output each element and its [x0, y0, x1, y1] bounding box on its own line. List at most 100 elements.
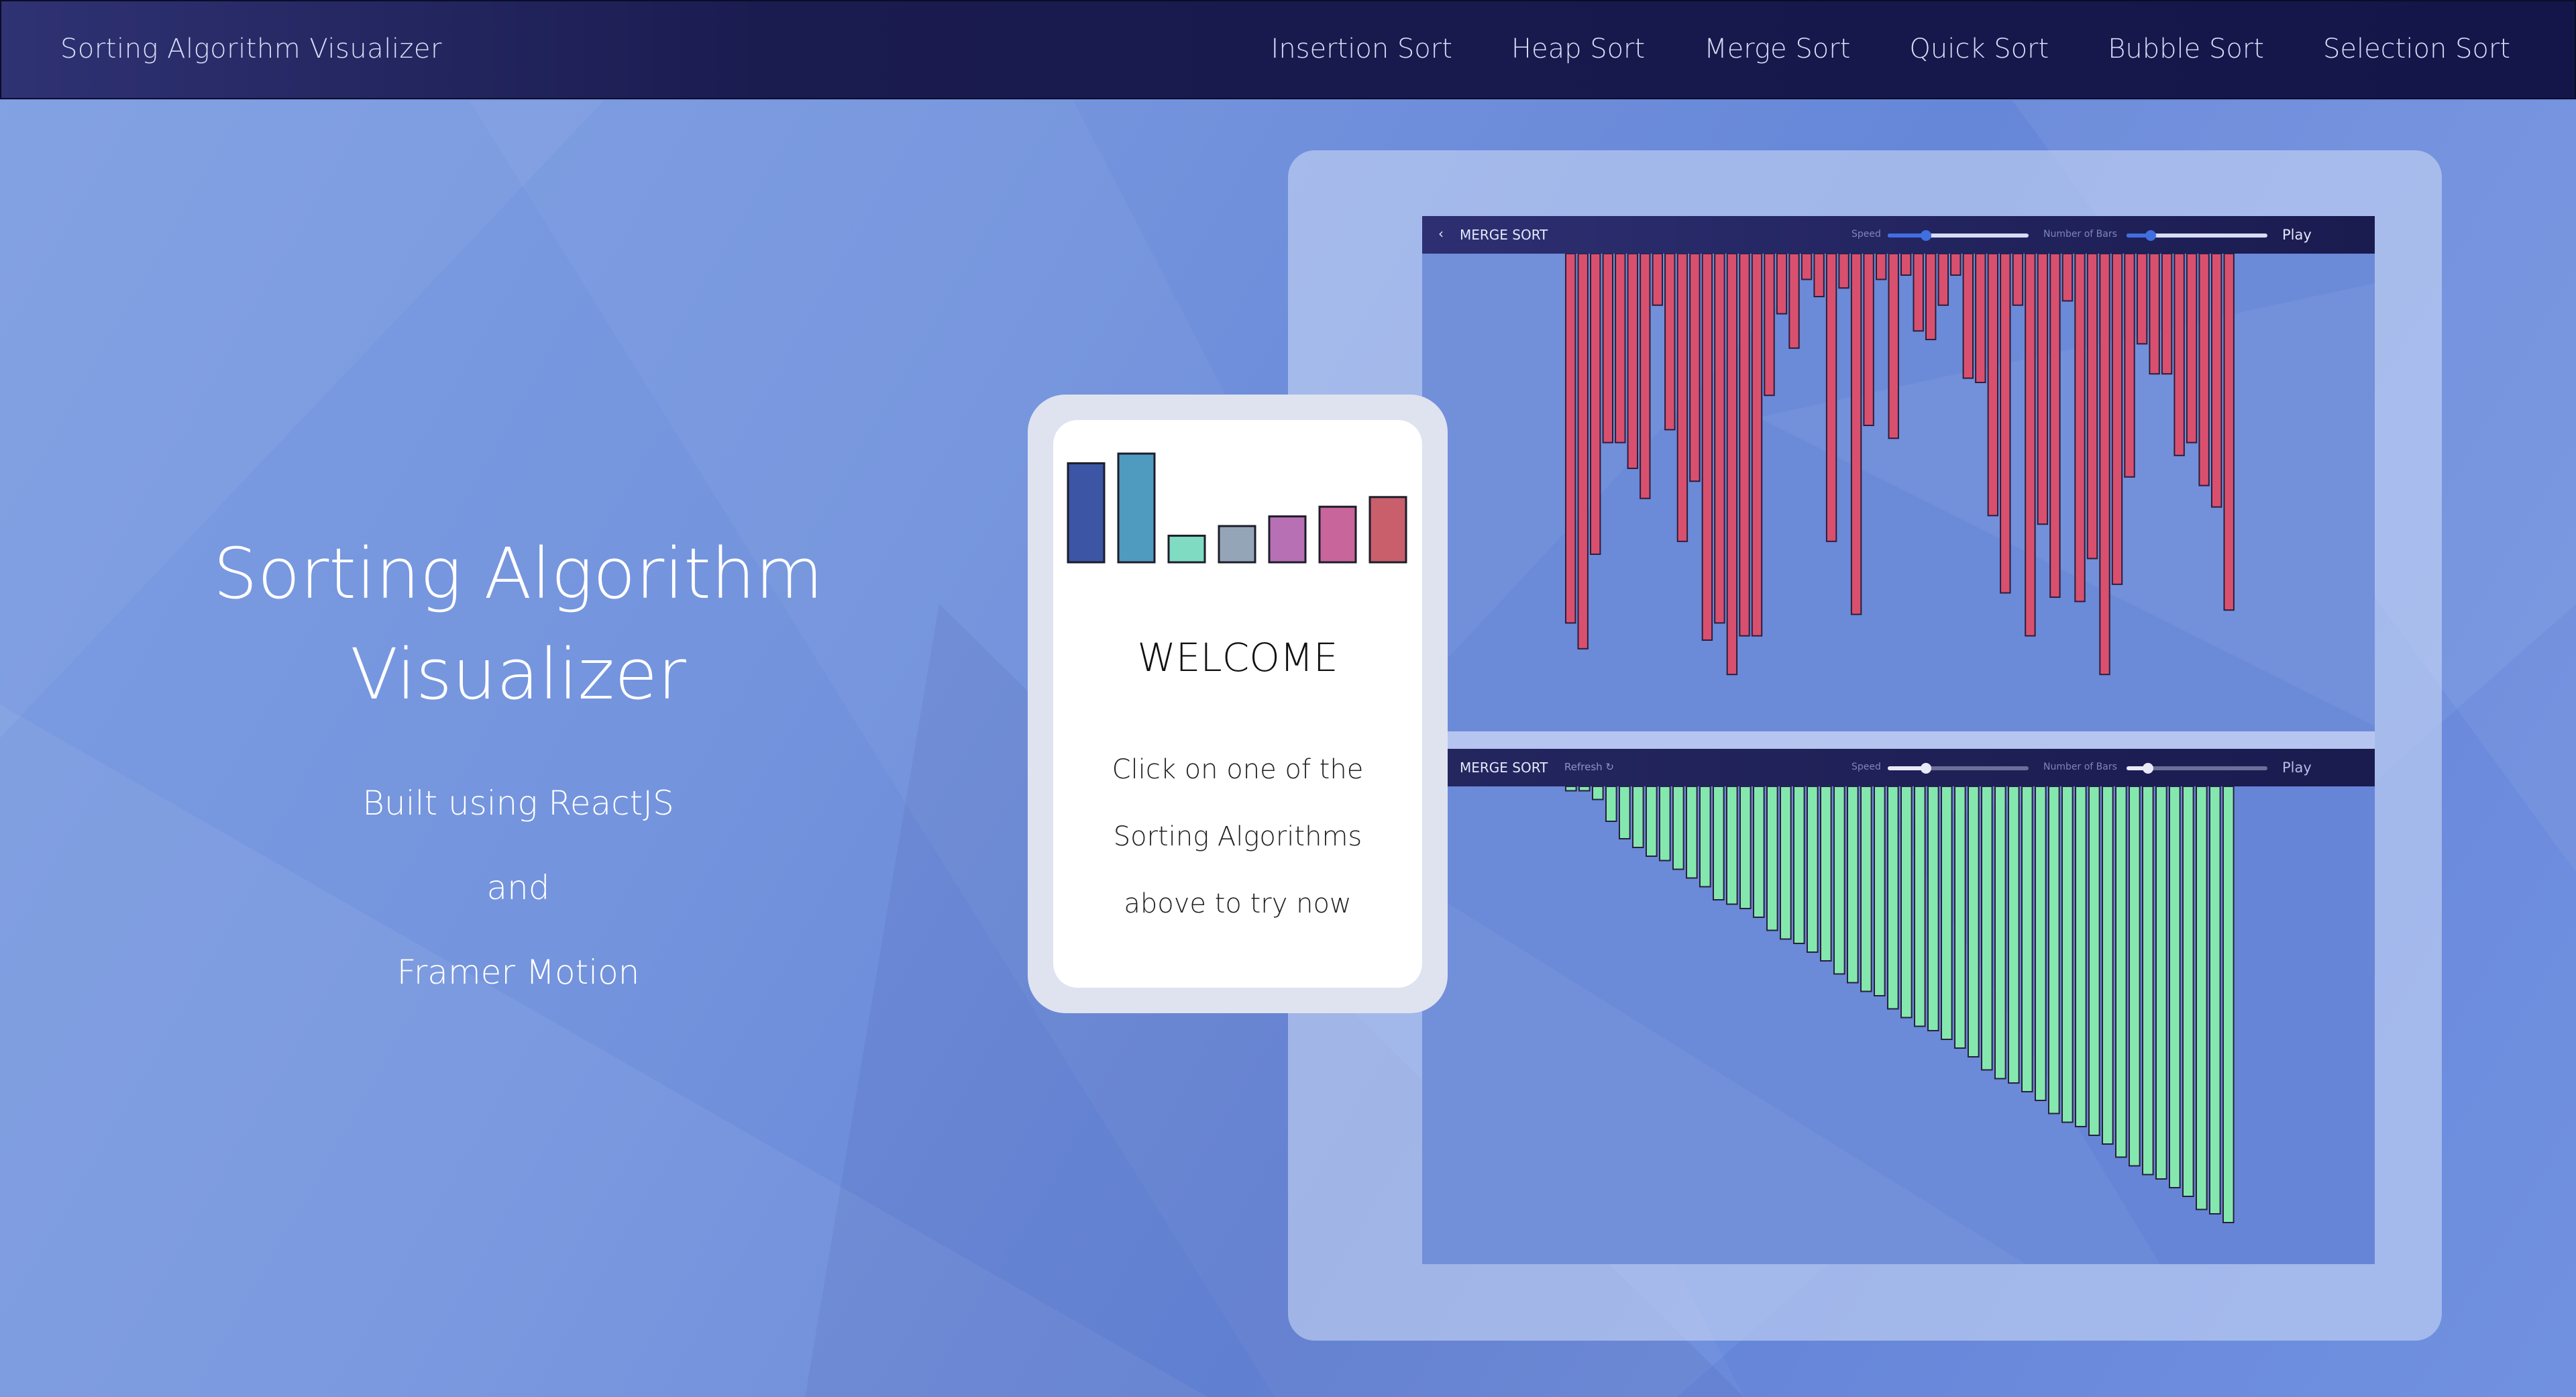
bar-top	[2136, 253, 2148, 345]
bar-bottom	[2196, 786, 2208, 1210]
viz-bottom-toolbar: MERGE SORT Refresh ↻ Speed Number of Bar…	[1422, 749, 2375, 786]
bar-bottom	[2021, 786, 2033, 1092]
bar-top	[1913, 253, 1924, 332]
bar-bottom	[1672, 786, 1684, 870]
bar-bottom	[1954, 786, 1966, 1049]
nav-link-heap-sort[interactable]: Heap Sort	[1511, 34, 1645, 64]
number-of-bars-slider[interactable]	[2127, 763, 2267, 774]
hero-title-line-1: Sorting Algorithm	[213, 533, 824, 615]
speed-slider[interactable]	[1888, 230, 2029, 241]
bar-top	[2037, 253, 2049, 525]
refresh-button[interactable]: Refresh ↻	[1564, 761, 1614, 773]
welcome-text-line-1: Click on one of the	[1112, 754, 1364, 785]
brand-title[interactable]: Sorting Algorithm Visualizer	[60, 34, 442, 64]
bar-top	[1664, 253, 1676, 431]
top-navbar: Sorting Algorithm Visualizer Insertion S…	[0, 0, 2576, 99]
bar-top	[1751, 253, 1763, 637]
bar-top	[1776, 253, 1788, 315]
viz-top-section: ‹ MERGE SORT Speed Number of Bars Play	[1422, 216, 2375, 731]
hero-subtitle-framer: Framer Motion	[396, 953, 640, 992]
bar-top	[2099, 253, 2110, 676]
welcome-card: WELCOME Click on one of the Sorting Algo…	[1028, 395, 1448, 1013]
bar-top	[1676, 253, 1688, 542]
card-bar	[1167, 534, 1206, 564]
welcome-text-line-2: Sorting Algorithms	[1113, 821, 1362, 852]
bar-bottom	[1766, 786, 1778, 931]
bar-top	[1701, 253, 1713, 641]
welcome-text-line-3: above to try now	[1124, 888, 1352, 919]
bar-top	[2223, 253, 2235, 611]
speed-slider-knob[interactable]	[1920, 230, 1931, 241]
bar-bottom	[1605, 786, 1617, 822]
speed-label: Speed	[1851, 762, 1881, 772]
nav-link-quick-sort[interactable]: Quick Sort	[1909, 34, 2049, 64]
bar-top	[2086, 253, 2098, 560]
bar-bottom	[2155, 786, 2167, 1180]
play-button[interactable]: Play	[2282, 760, 2312, 776]
bar-bottom	[1592, 786, 1604, 800]
bar-bottom	[1632, 786, 1644, 848]
bar-top	[2012, 253, 2024, 306]
card-bar	[1268, 515, 1307, 564]
bar-top	[2186, 253, 2198, 444]
card-bar	[1368, 496, 1407, 564]
nav-link-merge-sort[interactable]: Merge Sort	[1704, 34, 1850, 64]
bar-top	[2149, 253, 2160, 375]
bar-bottom	[1646, 786, 1658, 857]
bar-top	[1937, 253, 1949, 306]
bar-top	[2124, 253, 2135, 478]
nav-link-selection-sort[interactable]: Selection Sort	[2323, 34, 2510, 64]
hero-subtitle-react: Built using ReactJS	[362, 784, 674, 823]
bar-top	[2025, 253, 2036, 637]
bar-top	[1577, 253, 1589, 650]
hero-subtitle-and: and	[486, 868, 550, 907]
bar-bottom	[2169, 786, 2181, 1188]
bar-bottom	[2209, 786, 2221, 1214]
bar-top	[2049, 253, 2061, 598]
bar-bottom	[1833, 786, 1845, 975]
chevron-left-icon[interactable]: ‹	[1438, 225, 1444, 242]
bar-bottom	[2129, 786, 2141, 1167]
bar-top	[1962, 253, 1974, 379]
card-bar	[1318, 505, 1357, 564]
bar-bottom	[1900, 786, 1913, 1019]
bar-bottom	[1968, 786, 1980, 1057]
bar-bottom	[1820, 786, 1832, 962]
bar-top	[1602, 253, 1614, 444]
bars-slider-knob[interactable]	[2142, 763, 2153, 774]
bar-bottom	[1739, 786, 1752, 909]
bar-top	[1565, 253, 1576, 624]
bar-bottom	[1699, 786, 1711, 888]
speed-slider-knob[interactable]	[1920, 763, 1931, 774]
bar-top	[1825, 253, 1837, 542]
bar-top	[2111, 253, 2123, 585]
bar-bottom	[2182, 786, 2194, 1197]
bar-bottom	[1713, 786, 1725, 900]
bar-top	[1975, 253, 1986, 383]
bar-bottom	[2035, 786, 2047, 1101]
bar-bottom	[1780, 786, 1792, 940]
number-of-bars-slider[interactable]	[2127, 230, 2267, 241]
bar-bottom	[1981, 786, 1993, 1071]
bar-top	[1876, 253, 1887, 280]
bar-top	[1788, 253, 1800, 349]
bar-bottom	[1686, 786, 1698, 879]
bar-top	[1714, 253, 1725, 624]
bar-top	[1801, 253, 1813, 280]
bar-top	[1925, 253, 1937, 340]
card-bar	[1117, 452, 1156, 564]
welcome-heading: WELCOME	[1137, 635, 1338, 680]
bar-top	[2000, 253, 2011, 594]
bar-top	[2211, 253, 2222, 508]
bar-top	[1615, 253, 1626, 444]
bar-top	[2074, 253, 2086, 603]
bar-top	[1950, 253, 1962, 276]
play-button[interactable]: Play	[2282, 227, 2312, 243]
bars-slider-knob[interactable]	[2145, 230, 2156, 241]
bar-top	[1838, 253, 1849, 289]
speed-slider[interactable]	[1888, 763, 2029, 774]
hero-title-line-2: Visualizer	[350, 633, 686, 715]
nav-link-insertion-sort[interactable]: Insertion Sort	[1271, 34, 1452, 64]
nav-link-bubble-sort[interactable]: Bubble Sort	[2108, 34, 2264, 64]
number-of-bars-label: Number of Bars	[2043, 762, 2117, 772]
